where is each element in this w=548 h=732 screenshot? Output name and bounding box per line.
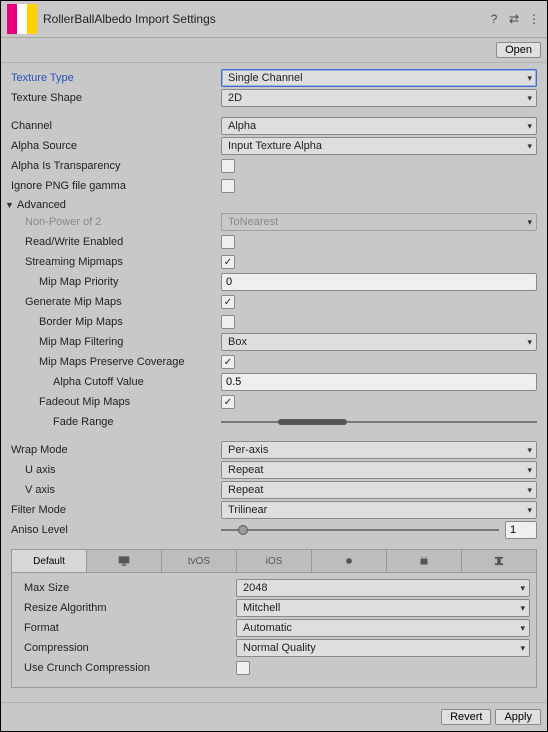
tab-lumin[interactable] [312,550,387,572]
open-button[interactable]: Open [496,42,541,58]
texture-shape-label: Texture Shape [11,92,221,104]
revert-button[interactable]: Revert [441,709,491,725]
u-axis-label: U axis [11,464,221,476]
mipmap-priority-input[interactable] [221,273,537,291]
lumin-icon [342,554,356,568]
page-title: RollerBallAlbedo Import Settings [43,12,481,26]
compression-label: Compression [18,642,236,654]
platform-tabs: Default tv​OS iOS [11,549,537,572]
tab-ios[interactable]: iOS [237,550,312,572]
npot-dropdown: ToNearest [221,213,537,231]
tab-standalone[interactable] [87,550,162,572]
advanced-foldout[interactable]: ▼ Advanced [5,199,537,211]
border-mipmaps-label: Border Mip Maps [11,316,221,328]
help-icon[interactable]: ? [487,12,501,26]
mipmap-priority-label: Mip Map Priority [11,276,221,288]
wrap-mode-label: Wrap Mode [11,444,221,456]
wrap-mode-dropdown[interactable]: Per-axis [221,441,537,459]
apply-button[interactable]: Apply [495,709,541,725]
fade-range-slider[interactable] [221,415,537,429]
footer-bar: Revert Apply [1,702,547,731]
format-label: Format [18,622,236,634]
aniso-level-slider[interactable] [221,523,499,537]
ignore-png-gamma-checkbox[interactable] [221,179,235,193]
streaming-mipmaps-label: Streaming Mipmaps [11,256,221,268]
tab-webgl[interactable] [462,550,536,572]
fadeout-mipmaps-checkbox[interactable]: ✓ [221,395,235,409]
filter-mode-label: Filter Mode [11,504,221,516]
tab-default[interactable]: Default [12,550,87,572]
format-dropdown[interactable]: Automatic [236,619,530,637]
inspector-panel: RollerBallAlbedo Import Settings ? ⇄ ⋮ O… [0,0,548,732]
alpha-source-label: Alpha Source [11,140,221,152]
v-axis-label: V axis [11,484,221,496]
webgl-icon [492,554,506,568]
border-mipmaps-checkbox[interactable] [221,315,235,329]
preserve-coverage-label: Mip Maps Preserve Coverage [11,356,221,368]
alpha-cutoff-label: Alpha Cutoff Value [11,376,221,388]
crunch-checkbox[interactable] [236,661,250,675]
generate-mipmaps-checkbox[interactable]: ✓ [221,295,235,309]
preserve-coverage-checkbox[interactable]: ✓ [221,355,235,369]
alpha-source-dropdown[interactable]: Input Texture Alpha [221,137,537,155]
ignore-png-gamma-label: Ignore PNG file gamma [11,180,221,192]
tab-android[interactable] [387,550,462,572]
menu-icon[interactable]: ⋮ [527,12,541,26]
alpha-transparency-label: Alpha Is Transparency [11,160,221,172]
alpha-cutoff-input[interactable] [221,373,537,391]
texture-shape-dropdown[interactable]: 2D [221,89,537,107]
android-icon [417,554,431,568]
npot-label: Non-Power of 2 [11,216,221,228]
resize-algorithm-dropdown[interactable]: Mitchell [236,599,530,617]
header-bar: RollerBallAlbedo Import Settings ? ⇄ ⋮ [1,1,547,38]
readwrite-checkbox[interactable] [221,235,235,249]
fadeout-mipmaps-label: Fadeout Mip Maps [11,396,221,408]
tab-tvos[interactable]: tv​OS [162,550,237,572]
header-icons: ? ⇄ ⋮ [487,12,541,26]
generate-mipmaps-label: Generate Mip Maps [11,296,221,308]
channel-label: Channel [11,120,221,132]
u-axis-dropdown[interactable]: Repeat [221,461,537,479]
preset-icon[interactable]: ⇄ [507,12,521,26]
mipmap-filtering-dropdown[interactable]: Box [221,333,537,351]
channel-dropdown[interactable]: Alpha [221,117,537,135]
mipmap-filtering-label: Mip Map Filtering [11,336,221,348]
readwrite-label: Read/Write Enabled [11,236,221,248]
texture-type-dropdown[interactable]: Single Channel [221,69,537,87]
asset-thumbnail [7,4,37,34]
filter-mode-dropdown[interactable]: Trilinear [221,501,537,519]
max-size-dropdown[interactable]: 2048 [236,579,530,597]
alpha-transparency-checkbox[interactable] [221,159,235,173]
crunch-label: Use Crunch Compression [18,662,236,674]
monitor-icon [117,554,131,568]
v-axis-dropdown[interactable]: Repeat [221,481,537,499]
compression-dropdown[interactable]: Normal Quality [236,639,530,657]
max-size-label: Max Size [18,582,236,594]
fade-range-label: Fade Range [11,416,221,428]
platform-settings: Max Size 2048 Resize Algorithm Mitchell … [11,572,537,688]
aniso-level-input[interactable] [505,521,537,539]
streaming-mipmaps-checkbox[interactable]: ✓ [221,255,235,269]
foldout-icon: ▼ [5,200,15,210]
aniso-level-label: Aniso Level [11,524,221,536]
resize-algorithm-label: Resize Algorithm [18,602,236,614]
texture-type-label: Texture Type [11,72,221,84]
